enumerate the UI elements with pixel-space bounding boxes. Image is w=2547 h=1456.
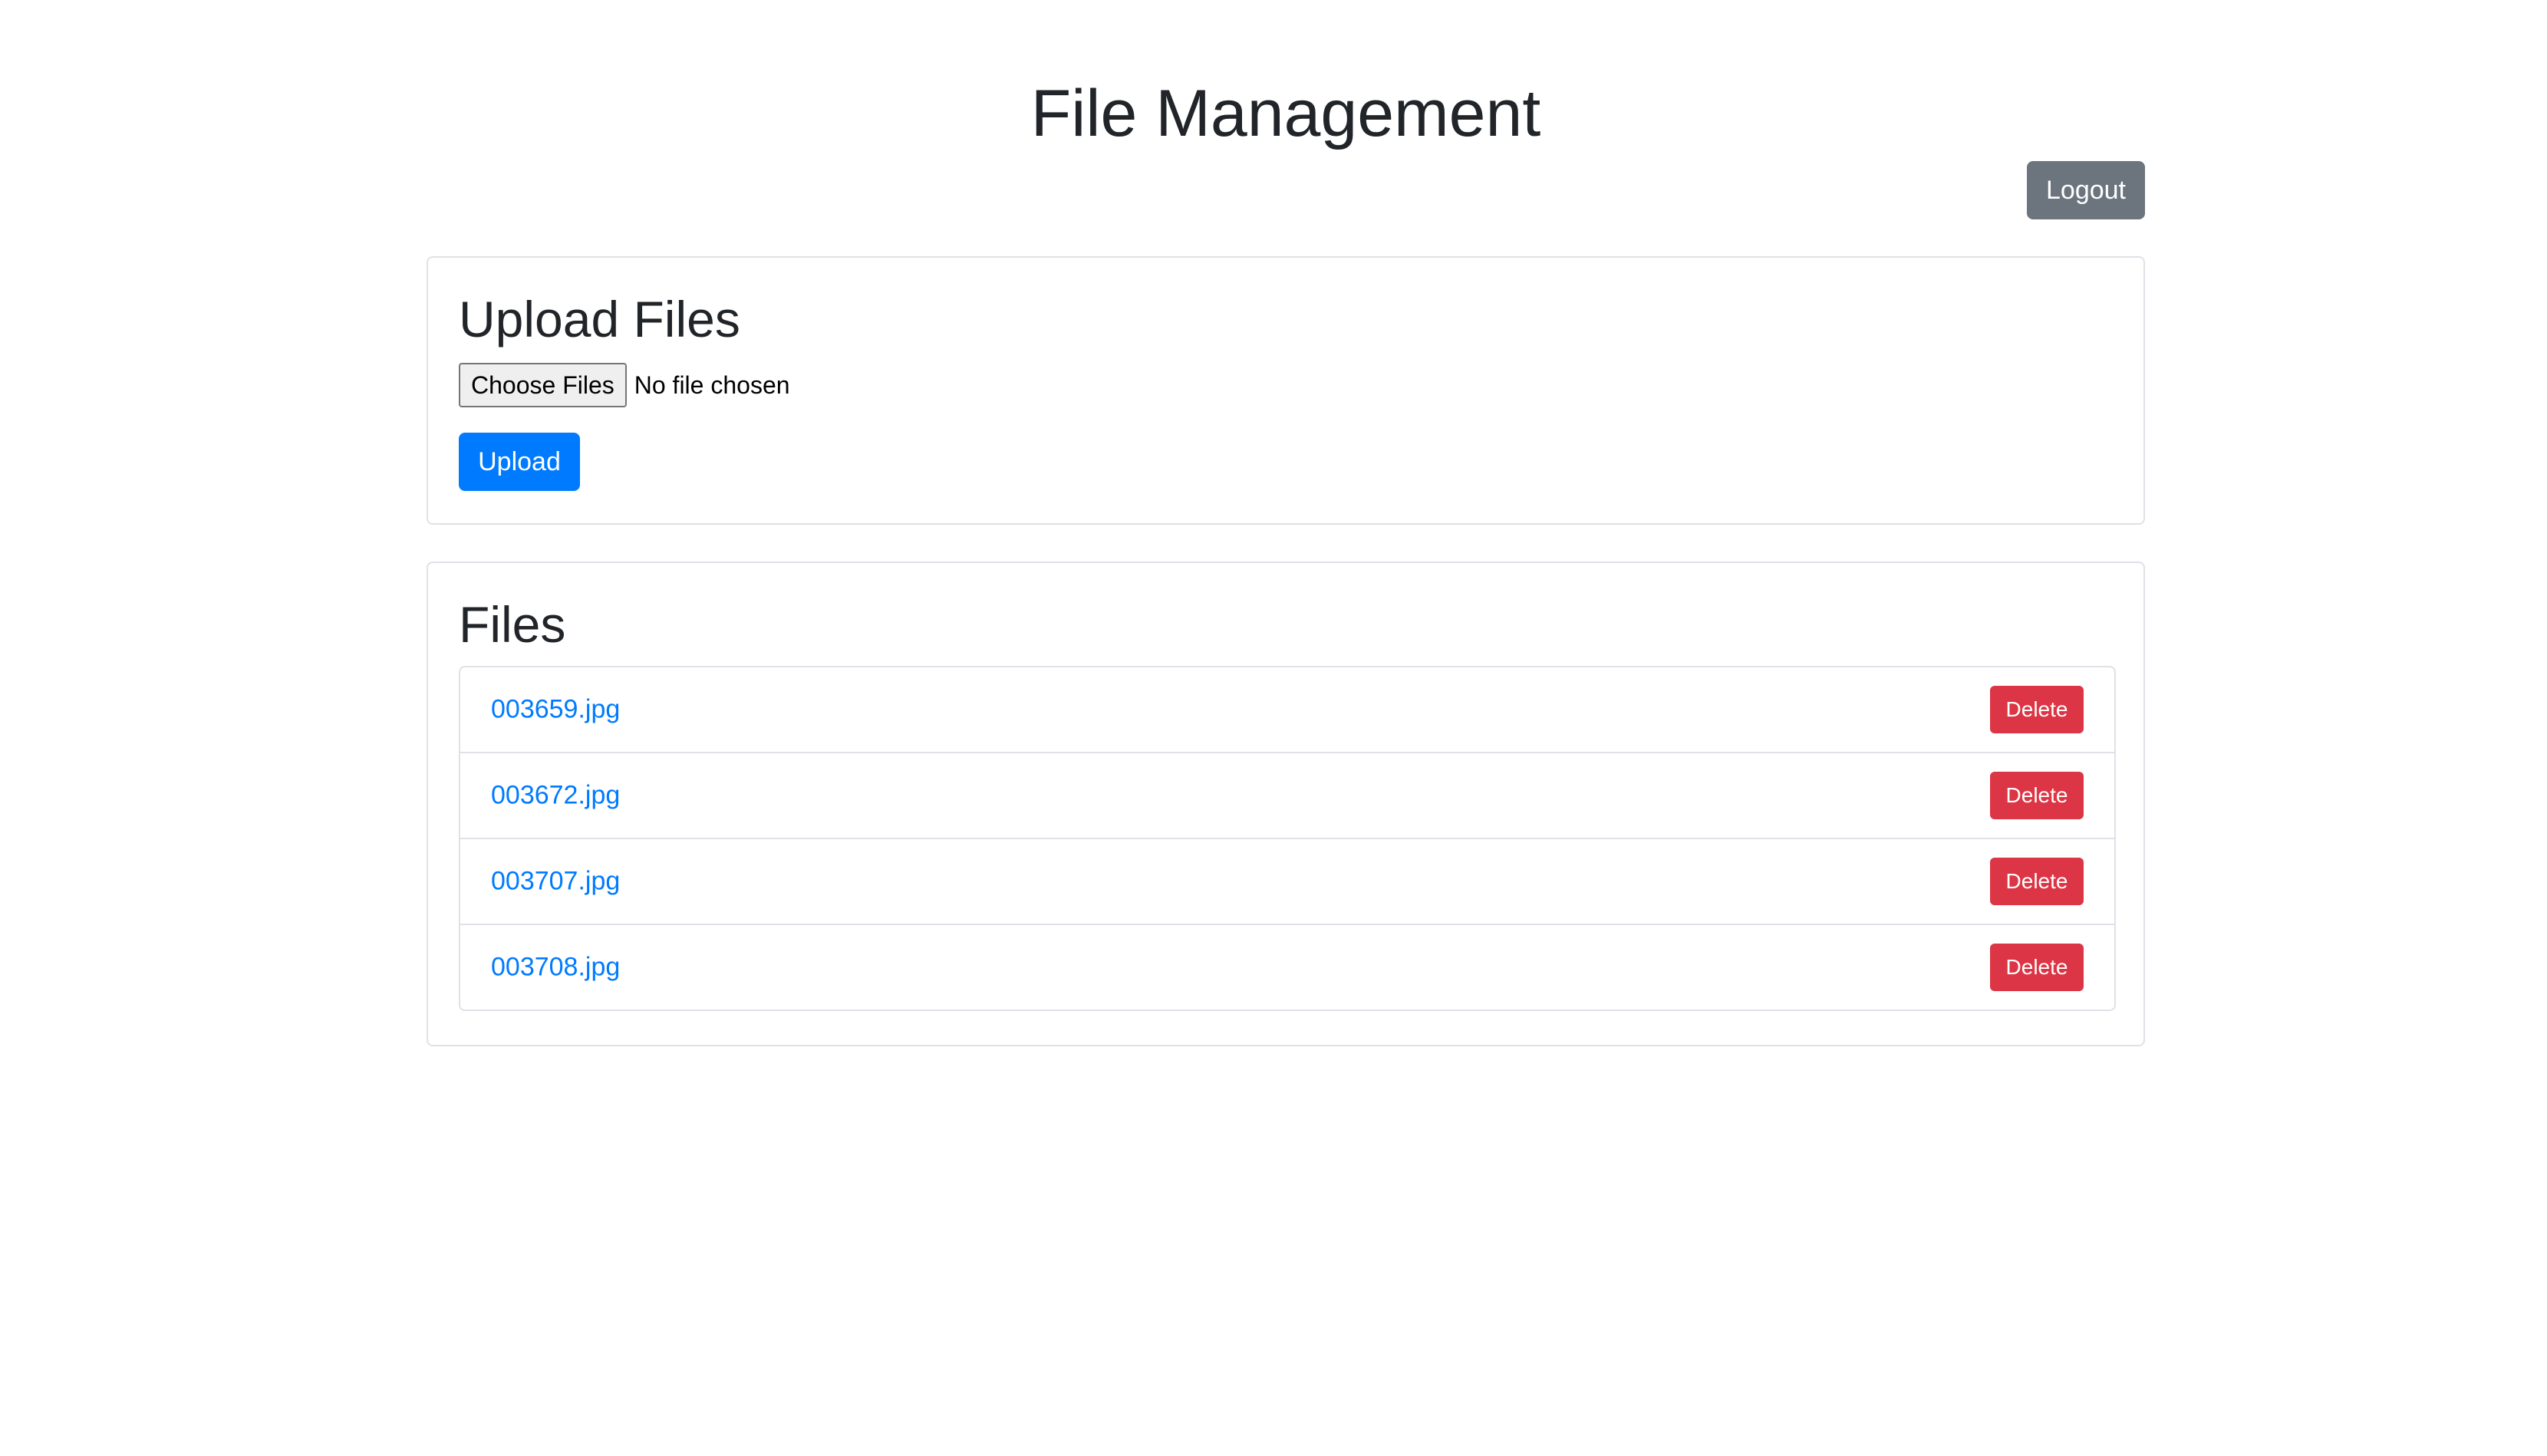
file-link[interactable]: 003672.jpg	[491, 781, 620, 811]
file-link[interactable]: 003708.jpg	[491, 953, 620, 983]
list-item: 003708.jpg Delete	[460, 924, 2114, 1010]
delete-button[interactable]: Delete	[1990, 944, 2084, 991]
logout-button[interactable]: Logout	[2027, 161, 2145, 219]
files-heading: Files	[459, 596, 566, 653]
file-link[interactable]: 003659.jpg	[491, 695, 620, 725]
file-list: 003659.jpg Delete 003672.jpg Delete 0037…	[459, 666, 2116, 1011]
delete-button[interactable]: Delete	[1990, 686, 2084, 733]
delete-button[interactable]: Delete	[1990, 772, 2084, 819]
list-item: 003707.jpg Delete	[460, 838, 2114, 924]
page-title: File Management	[1030, 77, 1541, 150]
upload-card: Upload Files Choose Files No file chosen…	[427, 256, 2145, 525]
list-item: 003672.jpg Delete	[460, 752, 2114, 838]
delete-button[interactable]: Delete	[1990, 858, 2084, 905]
upload-heading: Upload Files	[459, 291, 740, 348]
no-file-chosen-text: No file chosen	[634, 371, 790, 399]
file-input: Choose Files No file chosen	[459, 362, 790, 408]
upload-button[interactable]: Upload	[459, 433, 580, 491]
list-item: 003659.jpg Delete	[460, 667, 2114, 752]
choose-files-button[interactable]: Choose Files	[459, 363, 627, 407]
file-link[interactable]: 003707.jpg	[491, 867, 620, 897]
files-card: Files 003659.jpg Delete 003672.jpg Delet…	[427, 562, 2145, 1046]
